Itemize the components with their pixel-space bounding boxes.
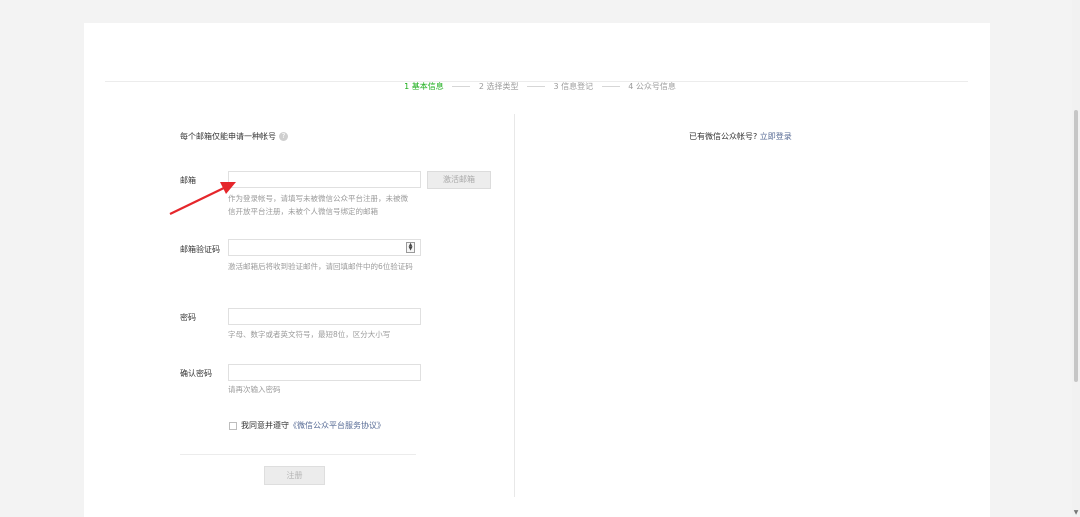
service-agreement-link[interactable]: 《微信公众平台服务协议》 xyxy=(289,421,385,430)
scroll-down-arrow-icon[interactable]: ▼ xyxy=(1073,510,1079,516)
step-1-basic-info: 1 基本信息 xyxy=(404,82,444,91)
confirm-password-input[interactable] xyxy=(228,364,421,381)
activate-email-button[interactable]: 激活邮箱 xyxy=(427,171,491,189)
email-input[interactable] xyxy=(228,171,421,188)
step-separator xyxy=(527,86,545,87)
existing-account-text: 已有微信公众帐号? xyxy=(689,132,758,141)
email-label: 邮箱 xyxy=(180,176,196,185)
email-hint: 作为登录帐号，请填写未被微信公众平台注册，未被微信开放平台注册，未被个人微信号绑… xyxy=(228,194,408,216)
email-code-hint: 激活邮箱后将收到验证邮件，请回填邮件中的6位验证码 xyxy=(228,262,413,271)
agreement-row: 我同意并遵守《微信公众平台服务协议》 xyxy=(229,420,385,431)
password-hint: 字母、数字或者英文符号，最短8位，区分大小写 xyxy=(228,330,391,339)
existing-account-prompt: 已有微信公众帐号? 立即登录 xyxy=(689,131,792,142)
page-scrollbar[interactable]: ▼ xyxy=(1072,0,1080,517)
account-type-tip: 每个邮箱仅能申请一种帐号? xyxy=(180,131,288,142)
tip-text: 每个邮箱仅能申请一种帐号 xyxy=(180,132,276,141)
step-3-info-register: 3 信息登记 xyxy=(553,82,594,91)
scrollbar-thumb[interactable] xyxy=(1074,110,1078,382)
step-4-account-info: 4 公众号信息 xyxy=(628,82,676,91)
registration-card xyxy=(84,23,990,517)
step-indicator: 1 基本信息 2 选择类型 3 信息登记 4 公众号信息 xyxy=(0,82,1080,92)
confirm-password-label: 确认密码 xyxy=(180,369,212,378)
column-divider xyxy=(514,114,515,497)
password-input[interactable] xyxy=(228,308,421,325)
register-button[interactable]: 注册 xyxy=(264,466,325,485)
login-link[interactable]: 立即登录 xyxy=(760,132,792,141)
header-divider xyxy=(105,81,968,82)
number-spinner-icon[interactable]: ▲ ▼ xyxy=(406,242,415,253)
email-code-input[interactable] xyxy=(228,239,421,256)
confirm-password-hint: 请再次输入密码 xyxy=(228,385,281,394)
step-2-select-type: 2 选择类型 xyxy=(478,82,519,91)
email-code-label: 邮箱验证码 xyxy=(180,245,220,254)
step-separator xyxy=(601,86,620,87)
agreement-checkbox[interactable] xyxy=(229,421,237,430)
form-divider xyxy=(180,454,416,455)
agreement-text: 我同意并遵守 xyxy=(241,421,289,430)
help-icon[interactable]: ? xyxy=(279,132,288,141)
step-separator xyxy=(452,86,471,87)
password-label: 密码 xyxy=(180,313,196,322)
